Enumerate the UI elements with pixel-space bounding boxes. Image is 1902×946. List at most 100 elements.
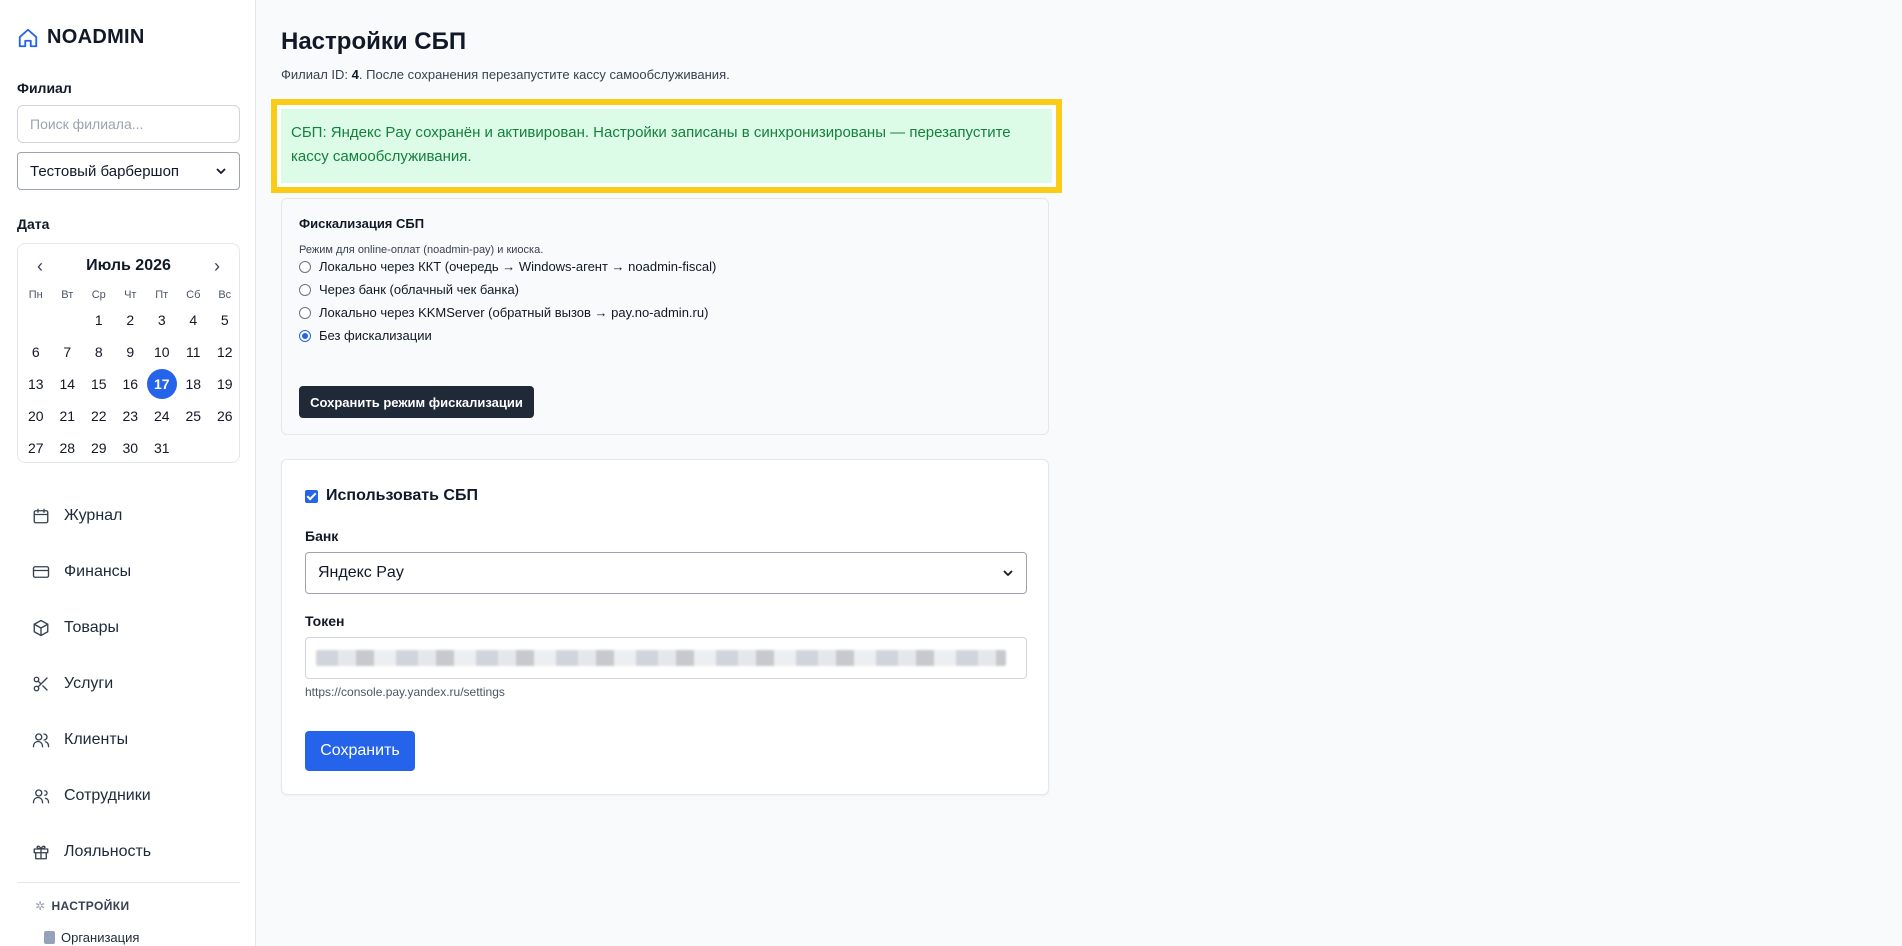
calendar-day-number: 23 xyxy=(122,408,139,424)
calendar-day[interactable]: 1 xyxy=(83,304,115,336)
calendar-day[interactable]: 9 xyxy=(115,336,147,368)
calendar-day[interactable]: 28 xyxy=(52,432,84,464)
calendar-header: ‹ Июль 2026 › xyxy=(18,255,239,279)
branch-label: Филиал xyxy=(17,80,72,96)
weekday-label: Пн xyxy=(28,289,43,301)
settings-section-header: ✲ НАСТРОЙКИ xyxy=(35,899,130,913)
fiscalization-option[interactable]: Локально через ККТ (очередь → Windows-аг… xyxy=(299,259,716,274)
calendar-day[interactable]: 22 xyxy=(83,400,115,432)
radio[interactable] xyxy=(299,283,311,296)
bank-select[interactable]: Яндекс Pay xyxy=(305,552,1027,594)
use-sbp-toggle[interactable]: Использовать СБП xyxy=(305,487,478,505)
calendar-day[interactable]: 23 xyxy=(115,400,147,432)
date-label: Дата xyxy=(17,216,50,232)
staff-icon xyxy=(32,789,50,804)
sidebar-item-6[interactable]: Сотрудники xyxy=(17,768,240,824)
sidebar-item-3[interactable]: Товары xyxy=(17,600,240,656)
calendar-day[interactable]: 15 xyxy=(83,368,115,400)
sidebar-item-label: Журнал xyxy=(64,507,123,524)
calendar-day[interactable]: 10 xyxy=(146,336,178,368)
save-fiscalization-button[interactable]: Сохранить режим фискализации xyxy=(299,386,534,418)
calendar-day[interactable]: 12 xyxy=(209,336,241,368)
calendar-day-number: 28 xyxy=(59,440,76,456)
calendar-day[interactable]: 24 xyxy=(146,400,178,432)
calendar-day[interactable]: 25 xyxy=(178,400,210,432)
chevron-down-icon xyxy=(1003,570,1013,577)
calendar-day-number: 31 xyxy=(153,440,170,456)
calendar-day[interactable]: 30 xyxy=(115,432,147,464)
chevron-right-icon[interactable]: › xyxy=(207,257,227,277)
calendar-day[interactable]: 18 xyxy=(178,368,210,400)
fiscalization-option[interactable]: Через банк (облачный чек банка) xyxy=(299,282,519,297)
date-calendar: ‹ Июль 2026 › Пн Вт Ср Чт Пт Сб Вс 1 2 3 4 5 6 7 8 9 10 1… xyxy=(17,243,240,463)
calendar-day[interactable]: 6 xyxy=(20,336,52,368)
sidebar-item-label: Сотрудники xyxy=(64,787,151,804)
calendar-day[interactable]: 3 xyxy=(146,304,178,336)
sidebar-item-7[interactable]: Лояльность xyxy=(17,824,240,880)
calendar-day[interactable]: 29 xyxy=(83,432,115,464)
token-redacted-value xyxy=(316,650,1006,666)
weekday-label: Пт xyxy=(155,289,169,301)
weekday-label: Вс xyxy=(218,289,232,301)
calendar-day[interactable]: 13 xyxy=(20,368,52,400)
calendar-day-number: 7 xyxy=(63,344,72,360)
radio-selected[interactable] xyxy=(299,329,311,342)
calendar-day-number: 22 xyxy=(90,408,107,424)
calendar-day-number: 6 xyxy=(31,344,40,360)
main-nav: Журнал Финансы Товары Услуги Клиенты Сотрудни… xyxy=(17,488,240,880)
calendar-day[interactable]: 2 xyxy=(115,304,147,336)
calendar-day-number: 17 xyxy=(153,376,170,392)
calendar-day-number: 9 xyxy=(126,344,135,360)
calendar-day[interactable]: 14 xyxy=(52,368,84,400)
calendar-day[interactable]: 7 xyxy=(52,336,84,368)
calendar-day[interactable]: 20 xyxy=(20,400,52,432)
branch-search-input[interactable] xyxy=(17,105,240,143)
calendar-day-number: 14 xyxy=(59,376,76,392)
calendar-day[interactable]: 8 xyxy=(83,336,115,368)
calendar-day[interactable]: 27 xyxy=(20,432,52,464)
fiscalization-hint: Режим для online-оплат (noadmin-pay) и к… xyxy=(299,244,544,256)
scissors-icon xyxy=(33,676,48,692)
calendar-day[interactable]: 31 xyxy=(146,432,178,464)
fiscalization-option[interactable]: Без фискализации xyxy=(299,328,432,343)
sidebar-item-5[interactable]: Клиенты xyxy=(17,712,240,768)
radio[interactable] xyxy=(299,306,311,319)
checkbox-checked-icon[interactable] xyxy=(305,489,318,503)
token-label: Токен xyxy=(305,613,345,629)
sidebar-item-4[interactable]: Услуги xyxy=(17,656,240,712)
calendar-day[interactable]: 19 xyxy=(209,368,241,400)
use-sbp-label: Использовать СБП xyxy=(326,487,478,504)
branch-select[interactable]: Тестовый барбершоп xyxy=(17,152,240,190)
fiscalization-option[interactable]: Локально через KKMServer (обратный вызов… xyxy=(299,305,708,320)
calendar-day[interactable]: 16 xyxy=(115,368,147,400)
alert-highlight: СБП: Яндекс Pay сохранён и активирован. … xyxy=(271,99,1062,193)
save-button[interactable]: Сохранить xyxy=(305,731,415,771)
radio[interactable] xyxy=(299,260,311,273)
calendar-day[interactable]: 21 xyxy=(52,400,84,432)
calendar-day[interactable]: 11 xyxy=(178,336,210,368)
token-input[interactable] xyxy=(305,637,1027,679)
calendar-day[interactable]: 4 xyxy=(178,304,210,336)
calendar-day-selected[interactable]: 17 xyxy=(146,368,178,400)
brand[interactable]: NOADMIN xyxy=(17,26,145,49)
calendar-blank xyxy=(52,304,84,336)
gear-icon: ✲ xyxy=(35,899,46,913)
calendar-day-number: 26 xyxy=(216,408,233,424)
sidebar-item-label: Лояльность xyxy=(64,843,152,860)
fiscalization-title: Фискализация СБП xyxy=(299,216,425,231)
sidebar-item-organization[interactable]: Организация xyxy=(44,930,139,945)
chevron-down-icon xyxy=(216,168,226,175)
calendar-day[interactable]: 5 xyxy=(209,304,241,336)
calendar-day-number: 13 xyxy=(27,376,44,392)
sidebar: NOADMIN Филиал Тестовый барбершоп Дата ‹… xyxy=(0,0,256,946)
calendar-grid: Пн Вт Ср Чт Пт Сб Вс 1 2 3 4 5 6 7 8 9 10 11 12 13 14 15 16 17 1… xyxy=(20,286,241,464)
weekday-label: Вт xyxy=(61,289,74,301)
sidebar-item-2[interactable]: Финансы xyxy=(17,544,240,600)
calendar-day-number: 5 xyxy=(220,312,229,328)
sidebar-item-1[interactable]: Журнал xyxy=(17,488,240,544)
sidebar-divider xyxy=(17,882,240,883)
calendar-month-title: Июль 2026 xyxy=(86,257,171,274)
sidebar-item-label: Клиенты xyxy=(64,731,129,748)
sidebar-item-label: Товары xyxy=(64,619,120,636)
calendar-day[interactable]: 26 xyxy=(209,400,241,432)
